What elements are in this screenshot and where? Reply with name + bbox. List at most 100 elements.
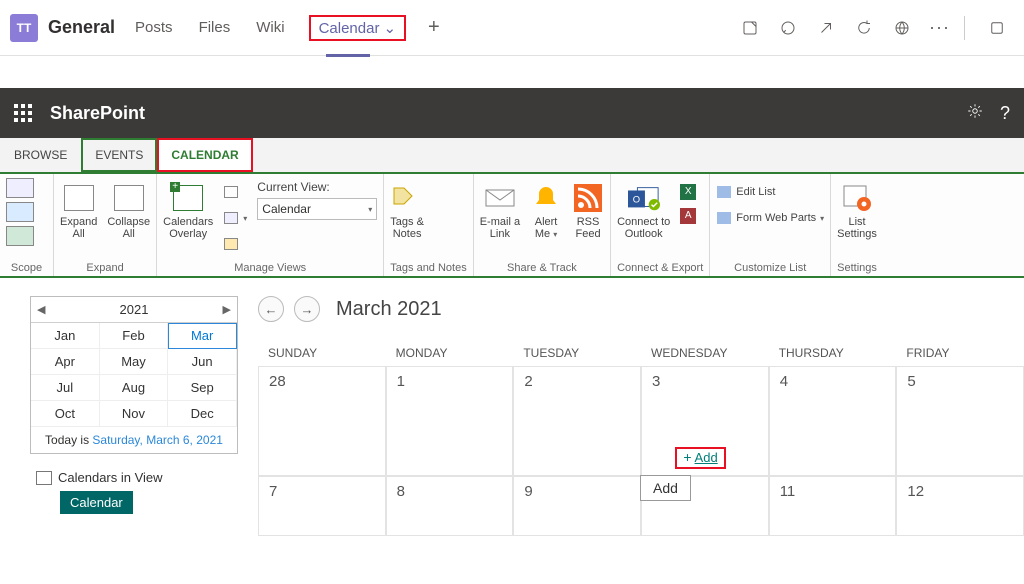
calendar-day[interactable]: 28 <box>258 366 386 476</box>
mini-prev-button[interactable]: ◀ <box>37 303 45 316</box>
calendar-day[interactable]: 5 <box>896 366 1024 476</box>
expand-all-button[interactable]: Expand All <box>60 178 97 240</box>
mini-month-oct[interactable]: Oct <box>31 401 100 427</box>
tags-notes-label: Tags & Notes <box>390 216 424 240</box>
dow-header: TUESDAY <box>513 340 641 366</box>
sp-tab-browse[interactable]: BROWSE <box>0 138 81 172</box>
scope-button[interactable] <box>6 178 34 246</box>
svg-text:O: O <box>632 194 639 205</box>
team-avatar[interactable]: TT <box>10 14 38 42</box>
mini-month-mar[interactable]: Mar <box>168 323 237 349</box>
dow-header: SUNDAY <box>258 340 386 366</box>
add-event-badge[interactable]: +Add <box>675 447 725 469</box>
current-view-select[interactable]: Calendar▾ <box>257 198 377 220</box>
mini-today-link[interactable]: Saturday, March 6, 2021 <box>92 433 223 447</box>
mini-month-apr[interactable]: Apr <box>31 349 100 375</box>
form-web-parts-button[interactable]: Form Web Parts ▾ <box>716 208 824 228</box>
mini-month-sep[interactable]: Sep <box>168 375 237 401</box>
current-view-label: Current View: <box>257 180 377 194</box>
calendar-day[interactable]: 8 <box>386 476 514 536</box>
mini-month-may[interactable]: May <box>100 349 169 375</box>
mini-year: 2021 <box>120 302 149 317</box>
mini-month-feb[interactable]: Feb <box>100 323 169 349</box>
tab-calendar-label: Calendar <box>319 20 380 37</box>
calendar-day[interactable]: 12 <box>896 476 1024 536</box>
create-column-button[interactable] <box>223 234 247 254</box>
channel-name: General <box>48 17 115 38</box>
settings-gear-icon[interactable] <box>966 102 984 125</box>
help-icon[interactable]: ? <box>1000 103 1010 124</box>
dow-header: MONDAY <box>386 340 514 366</box>
mini-month-nov[interactable]: Nov <box>100 401 169 427</box>
reload-icon[interactable] <box>854 18 874 38</box>
tab-files[interactable]: Files <box>197 15 233 40</box>
chevron-down-icon: ⌄ <box>383 19 396 37</box>
calendar-day[interactable]: 1 <box>386 366 514 476</box>
list-settings-label: List Settings <box>837 216 877 240</box>
calendar-day[interactable]: 10Add <box>641 476 769 536</box>
day-number: 7 <box>269 483 375 500</box>
collapse-all-button[interactable]: Collapse All <box>107 178 150 240</box>
calendar-day[interactable]: 2 <box>513 366 641 476</box>
open-access-button[interactable]: A <box>680 206 696 226</box>
mini-calendar: ◀ 2021 ▶ JanFebMar AprMayJun JulAugSep OctN… <box>30 296 238 454</box>
alert-me-button[interactable]: Alert Me ▾ <box>530 178 562 240</box>
day-number: 8 <box>397 483 503 500</box>
mini-month-aug[interactable]: Aug <box>100 375 169 401</box>
calendar-day[interactable]: 9 <box>513 476 641 536</box>
mini-month-jan[interactable]: Jan <box>31 323 100 349</box>
day-number: 5 <box>907 373 1013 390</box>
cal-next-button[interactable]: → <box>294 296 320 322</box>
calendars-in-view-label: Calendars in View <box>30 470 238 485</box>
cal-prev-button[interactable]: ← <box>258 296 284 322</box>
rss-feed-button[interactable]: RSS Feed <box>572 178 604 240</box>
tab-posts[interactable]: Posts <box>133 15 175 40</box>
email-link-label: E-mail a Link <box>480 216 520 240</box>
email-link-button[interactable]: E-mail a Link <box>480 178 520 240</box>
calendar-day[interactable]: 11 <box>769 476 897 536</box>
create-view-button[interactable] <box>223 182 247 202</box>
connect-outlook-label: Connect to Outlook <box>617 216 670 240</box>
current-view-value: Calendar <box>262 202 311 216</box>
mini-month-dec[interactable]: Dec <box>168 401 237 427</box>
tab-calendar[interactable]: Calendar⌄ <box>309 15 406 41</box>
modify-view-button[interactable]: ▾ <box>223 208 247 228</box>
connect-outlook-button[interactable]: O Connect to Outlook <box>617 178 670 240</box>
focus-icon[interactable] <box>987 18 1007 38</box>
ribbon-group-share-track: Share & Track <box>480 260 604 274</box>
ribbon-group-customize-list: Customize List <box>716 260 824 274</box>
list-settings-button[interactable]: List Settings <box>837 178 877 240</box>
chat-icon[interactable] <box>778 18 798 38</box>
export-excel-button[interactable]: X <box>680 182 696 202</box>
ribbon-group-settings: Settings <box>837 260 877 274</box>
calendars-overlay-label: Calendars Overlay <box>163 216 213 240</box>
calendars-in-view-chip[interactable]: Calendar <box>60 491 133 514</box>
globe-icon[interactable] <box>892 18 912 38</box>
add-tab-button[interactable]: + <box>428 16 440 39</box>
calendar-day[interactable]: 3 +Add <box>641 366 769 476</box>
day-number: 4 <box>780 373 886 390</box>
calendar-day[interactable]: 7 <box>258 476 386 536</box>
day-number: 1 <box>397 373 503 390</box>
day-number: 3 <box>652 373 758 390</box>
add-event-box[interactable]: Add <box>640 475 691 501</box>
mini-month-jun[interactable]: Jun <box>168 349 237 375</box>
sp-tab-events[interactable]: EVENTS <box>81 138 157 172</box>
ribbon-group-expand: Expand <box>60 260 150 274</box>
ribbon: Scope Expand All Collapse All Expand +Ca… <box>0 174 1024 278</box>
app-launcher-icon[interactable] <box>14 104 32 122</box>
calendar-icon <box>36 471 52 485</box>
tab-wiki[interactable]: Wiki <box>254 15 286 40</box>
tab-info-icon[interactable] <box>740 18 760 38</box>
mini-month-jul[interactable]: Jul <box>31 375 100 401</box>
more-icon[interactable]: ··· <box>929 17 950 38</box>
sp-tab-calendar[interactable]: CALENDAR <box>157 138 252 172</box>
calendars-overlay-button[interactable]: +Calendars Overlay <box>163 178 213 240</box>
popout-icon[interactable] <box>816 18 836 38</box>
mini-next-button[interactable]: ▶ <box>223 303 231 316</box>
add-event-link[interactable]: Add <box>695 450 718 465</box>
day-number: 28 <box>269 373 375 390</box>
tags-notes-button[interactable]: Tags & Notes <box>390 178 424 240</box>
calendar-day[interactable]: 4 <box>769 366 897 476</box>
edit-list-button[interactable]: Edit List <box>716 182 824 202</box>
